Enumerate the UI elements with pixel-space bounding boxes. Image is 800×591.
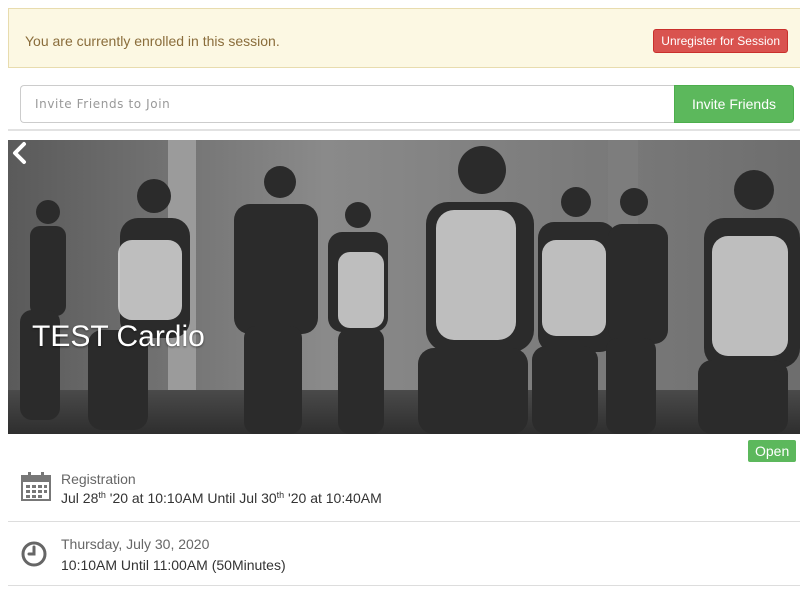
back-chevron-icon[interactable] [8, 140, 32, 166]
session-status-badge: Open [748, 440, 797, 462]
registration-range-text: '20 at 10:10AM Until Jul 30 [105, 490, 277, 506]
registration-start-date: Jul 28 [61, 490, 99, 506]
invite-friends-input[interactable]: Invite Friends to Join [20, 85, 674, 123]
calendar-icon [21, 472, 51, 501]
session-date: Thursday, July 30, 2020 [61, 536, 210, 552]
invite-bar: Invite Friends to Join Invite Friends [8, 75, 800, 131]
registration-row: Registration Jul 28th '20 at 10:10AM Unt… [8, 462, 800, 522]
registration-end-text: '20 at 10:40AM [284, 490, 382, 506]
enrolled-message: You are currently enrolled in this sessi… [25, 33, 280, 49]
registration-window: Jul 28th '20 at 10:10AM Until Jul 30th '… [61, 490, 382, 506]
ordinal-suffix: th [98, 490, 106, 500]
session-page: You are currently enrolled in this sessi… [0, 0, 800, 591]
session-hero-image: TEST Cardio [8, 140, 800, 434]
clock-icon [21, 541, 47, 567]
fitness-class-photo [8, 140, 800, 434]
session-title: TEST Cardio [32, 320, 205, 353]
enrolled-alert: You are currently enrolled in this sessi… [8, 8, 800, 68]
unregister-button[interactable]: Unregister for Session [653, 29, 788, 53]
session-time: 10:10AM Until 11:00AM (50Minutes) [61, 557, 286, 573]
invite-friends-button[interactable]: Invite Friends [674, 85, 794, 123]
registration-label: Registration [61, 471, 136, 487]
schedule-row: Thursday, July 30, 2020 10:10AM Until 11… [8, 522, 800, 586]
